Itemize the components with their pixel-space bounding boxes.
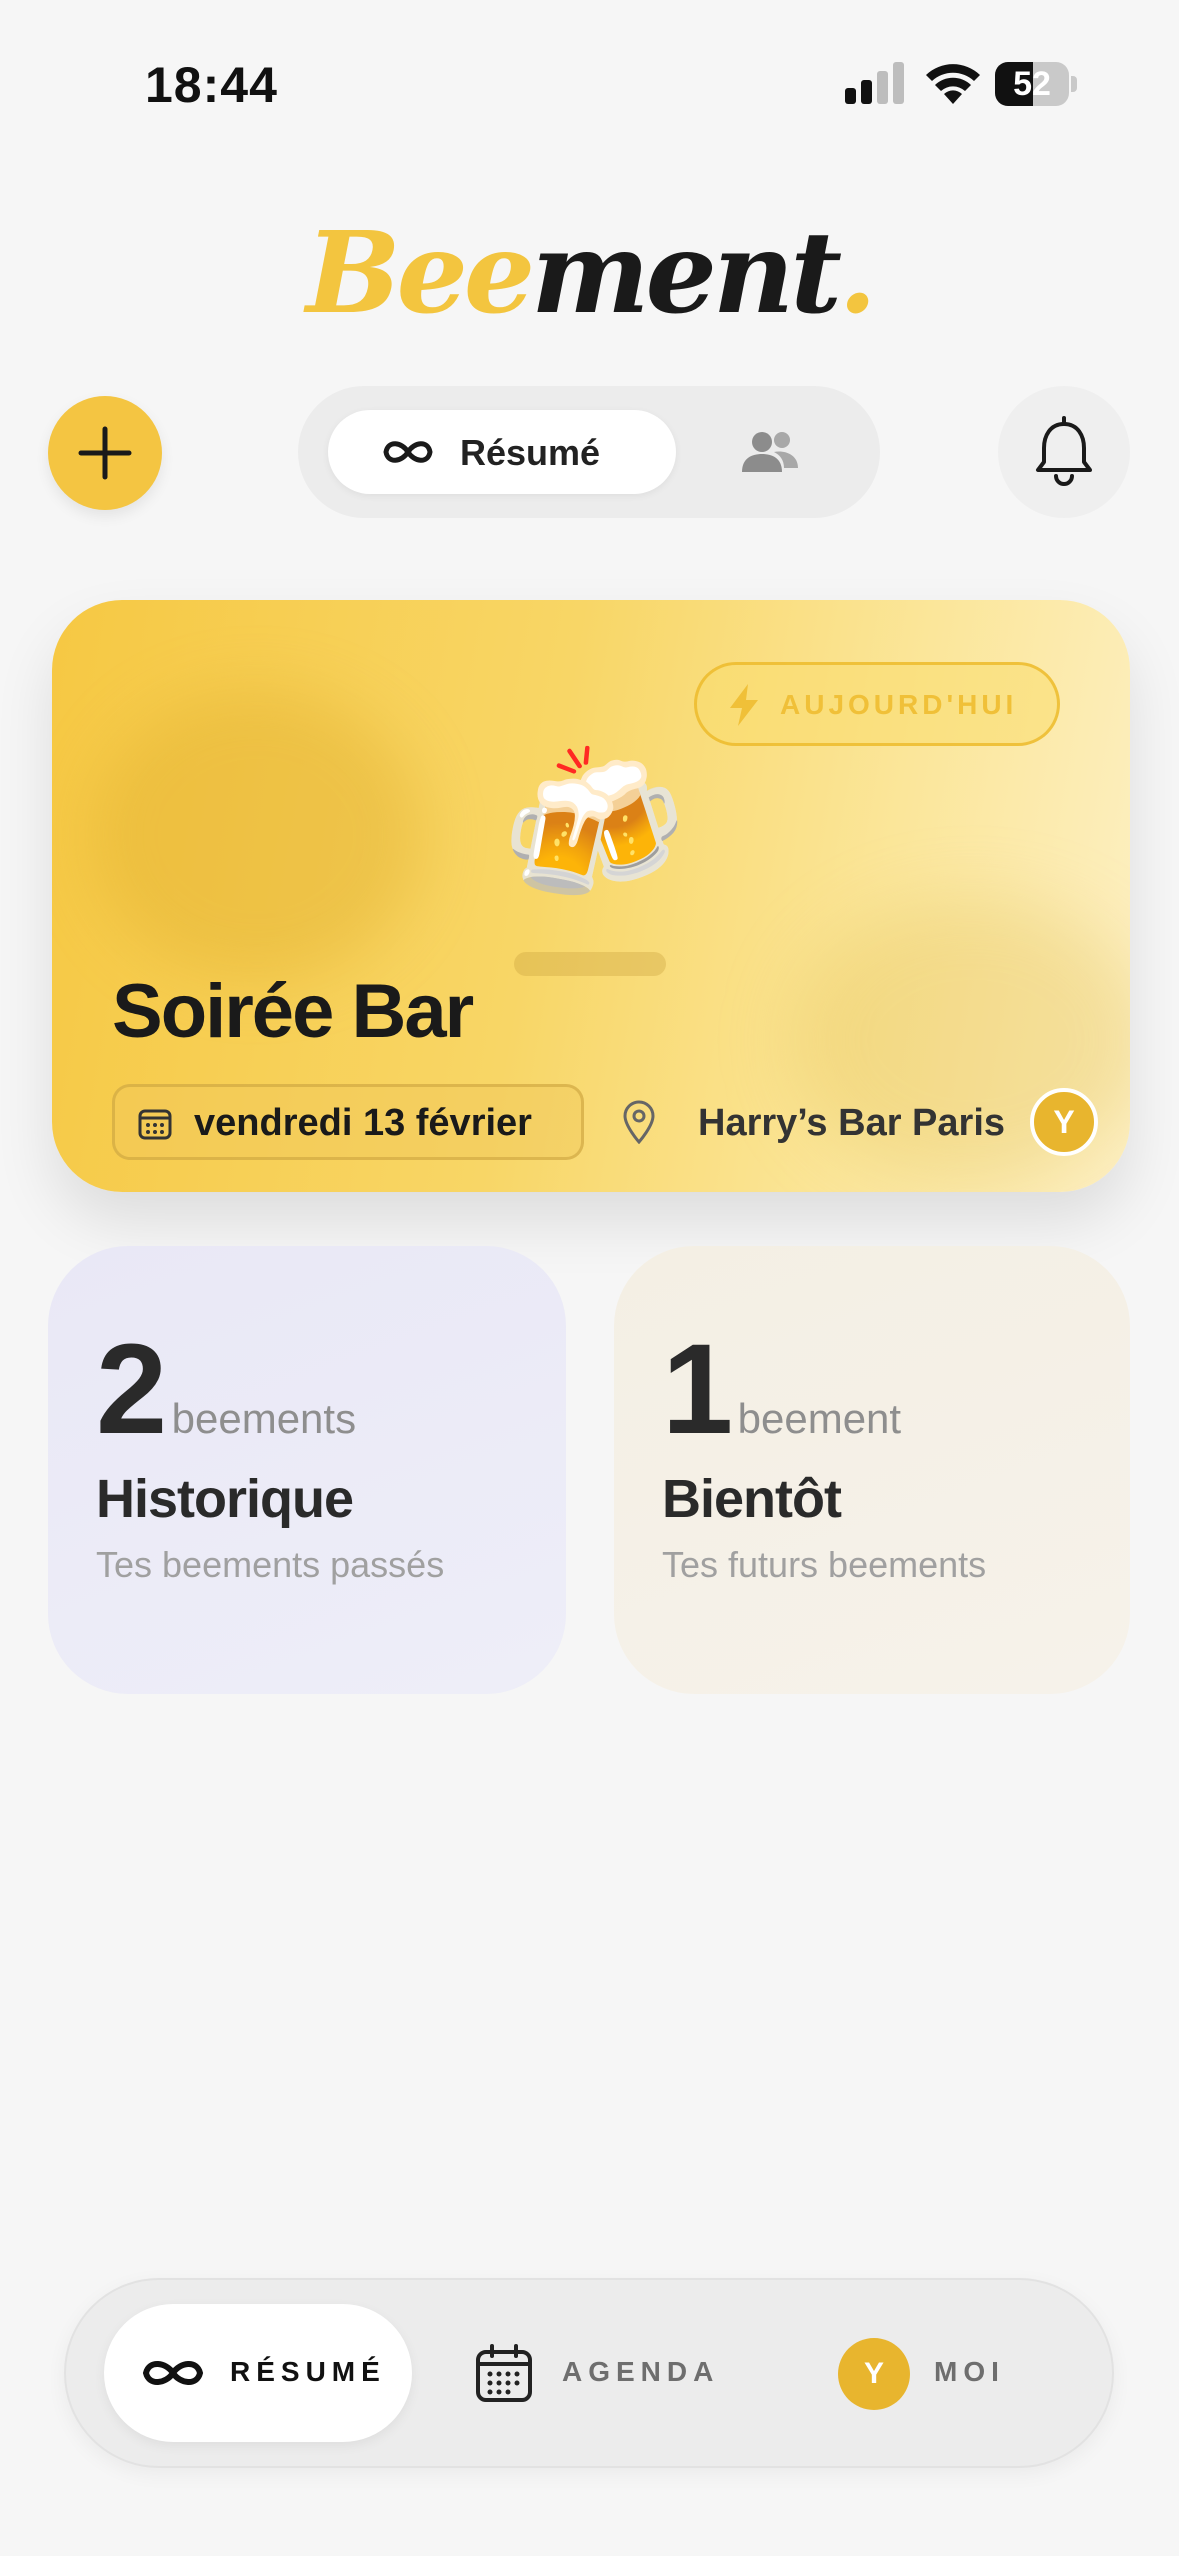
upcoming-card[interactable]: 1 beement Bientôt Tes futurs beements <box>614 1246 1130 1694</box>
upcoming-title: Bientôt <box>662 1469 842 1529</box>
infinity-icon <box>383 441 433 463</box>
today-badge-label: AUJOURD'HUI <box>780 689 1018 720</box>
background-blur <box>92 690 422 980</box>
history-unit: beements <box>171 1395 357 1442</box>
drag-handle[interactable] <box>514 952 666 976</box>
battery-level: 52 <box>1013 65 1051 103</box>
calendar-icon <box>138 1109 172 1140</box>
tab-moi-label: MOI <box>934 2356 1005 2387</box>
history-count: 2 <box>96 1318 168 1461</box>
people-icon[interactable] <box>740 428 800 476</box>
location-pin-icon <box>623 1100 655 1144</box>
avatar: Y <box>838 2338 910 2410</box>
app-logo: Beement. <box>0 208 1179 339</box>
event-card[interactable]: AUJOURD'HUI 🍻 Soirée Bar vendredi 13 fév… <box>52 600 1130 1192</box>
add-button[interactable] <box>48 396 162 510</box>
status-time: 18:44 <box>145 57 278 113</box>
event-date: vendredi 13 février <box>194 1102 532 1144</box>
upcoming-count: 1 <box>662 1318 734 1461</box>
upcoming-unit: beement <box>737 1395 902 1442</box>
cellular-signal-icon <box>845 62 904 104</box>
notifications-button[interactable] <box>998 386 1130 518</box>
tab-agenda-label: AGENDA <box>562 2356 720 2387</box>
bolt-icon <box>730 684 758 726</box>
history-title: Historique <box>96 1469 354 1529</box>
bell-icon <box>1036 416 1092 486</box>
logo-ment: ment <box>531 208 842 339</box>
plus-icon <box>78 426 132 480</box>
logo-dot: . <box>838 208 877 339</box>
segment-resume-label: Résumé <box>460 432 601 473</box>
upcoming-subtitle: Tes futurs beements <box>662 1544 987 1585</box>
participant-avatar[interactable]: Y <box>1030 1088 1098 1156</box>
infinity-icon <box>142 2361 204 2385</box>
history-subtitle: Tes beements passés <box>96 1544 445 1585</box>
tab-resume-label: RÉSUMÉ <box>230 2356 386 2387</box>
calendar-icon <box>476 2344 532 2402</box>
event-title: Soirée Bar <box>112 969 474 1054</box>
history-card[interactable]: 2 beements Historique Tes beements passé… <box>48 1246 566 1694</box>
event-location: Harry’s Bar Paris <box>698 1102 1006 1144</box>
wifi-icon <box>926 64 980 104</box>
battery-icon: 52 <box>995 62 1077 106</box>
logo-bee: Bee <box>305 208 535 339</box>
event-emoji: 🍻 <box>500 741 687 909</box>
